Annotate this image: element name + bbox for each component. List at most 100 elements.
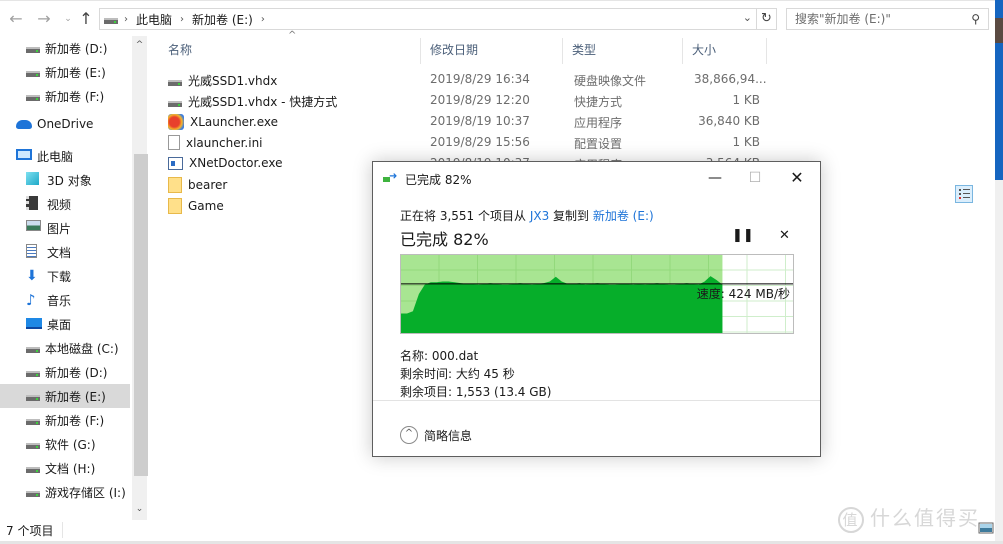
file-row[interactable]: XLauncher.exe 2019/8/19 10:37 应用程序 36,840 K…	[168, 111, 768, 132]
refresh-button[interactable]: ↻	[757, 8, 777, 30]
column-header-size[interactable]: 大小	[682, 36, 766, 64]
file-name-cell: xlauncher.ini	[168, 135, 263, 150]
sidebar-item[interactable]: 此电脑	[0, 144, 130, 168]
file-type: 快捷方式	[574, 95, 623, 109]
current-file-name: 名称: 000.dat	[400, 349, 479, 363]
sidebar-item-label: 游戏存储区 (I:)	[45, 485, 126, 500]
breadcrumb-this-pc[interactable]: 此电脑	[136, 11, 172, 28]
sidebar-item[interactable]: ♪ 音乐	[0, 288, 130, 312]
sidebar-item[interactable]: 文档 (H:)	[0, 456, 130, 480]
watermark: 值什么值得买	[838, 502, 980, 533]
large-icons-view-icon	[978, 522, 994, 534]
sidebar-item[interactable]: 3D 对象	[0, 168, 130, 192]
ini-file-icon	[168, 135, 180, 150]
sidebar-item[interactable]: OneDrive	[0, 112, 130, 136]
sidebar-item[interactable]: 本地磁盘 (C:)	[0, 336, 130, 360]
address-bar[interactable]: › 此电脑 › 新加卷 (E:) › ⌄	[99, 8, 757, 30]
items-remaining: 剩余项目: 1,553 (13.4 GB)	[400, 385, 552, 399]
sidebar-item-label: 文档	[47, 245, 72, 260]
sidebar-item[interactable]: 新加卷 (E:)	[0, 384, 130, 408]
sidebar-item[interactable]: 新加卷 (E:)	[0, 60, 130, 84]
sidebar-item-label: 文档 (H:)	[45, 461, 96, 476]
watermark-text: 什么值得买	[870, 506, 980, 530]
scroll-up-icon[interactable]: ^	[132, 40, 147, 50]
refresh-icon: ↻	[761, 11, 772, 26]
details-view-button[interactable]	[955, 185, 973, 203]
recent-locations-button[interactable]: ⌄	[58, 9, 78, 29]
video-icon	[26, 196, 42, 212]
up-button[interactable]: ↑	[76, 9, 96, 29]
column-header-date[interactable]: 修改日期	[420, 36, 560, 64]
drive-icon	[26, 467, 40, 473]
vhdx-icon	[168, 79, 182, 86]
sidebar-item[interactable]: 视频	[0, 192, 130, 216]
document-icon	[26, 244, 42, 260]
file-row[interactable]: 光威SSD1.vhdx - 快捷方式 2019/8/29 12:20 快捷方式 1 K…	[168, 90, 768, 111]
column-header-name[interactable]: 名称	[158, 36, 408, 64]
fewer-details-label: 简略信息	[424, 428, 473, 443]
address-history-dropdown[interactable]: ⌄	[743, 11, 752, 24]
file-name: XNetDoctor.exe	[189, 156, 283, 170]
column-header-type[interactable]: 类型	[562, 36, 680, 64]
sidebar-item[interactable]: 新加卷 (D:)	[0, 36, 130, 60]
file-row[interactable]: xlauncher.ini 2019/8/29 15:56 配置设置 1 KB	[168, 132, 768, 153]
sidebar-item-label: 此电脑	[37, 149, 74, 164]
maximize-icon: ☐	[748, 170, 762, 186]
fewer-details-toggle[interactable]: ^ 简略信息	[400, 426, 472, 444]
forward-button[interactable]: →	[34, 9, 54, 29]
close-icon: ✕	[779, 228, 790, 243]
sidebar-item[interactable]: 新加卷 (F:)	[0, 408, 130, 432]
sidebar-item-label: 新加卷 (F:)	[45, 89, 105, 104]
pause-icon: ❚❚	[732, 228, 754, 243]
sidebar-item[interactable]: 文档	[0, 240, 130, 264]
breadcrumb-drive-e[interactable]: 新加卷 (E:)	[192, 11, 253, 28]
back-button[interactable]: ←	[6, 9, 26, 29]
arrow-up-icon: ↑	[79, 9, 93, 28]
copy-description-prefix: 正在将 3,551 个项目从	[400, 209, 530, 223]
sidebar-item-label: 3D 对象	[47, 173, 92, 188]
source-folder-link[interactable]: JX3	[530, 209, 549, 223]
drive-icon	[26, 491, 40, 497]
column-divider[interactable]	[766, 38, 767, 64]
close-window-icon: ✕	[790, 168, 804, 187]
destination-folder-link[interactable]: 新加卷 (E:)	[593, 209, 654, 223]
file-size: 1 KB	[732, 93, 760, 107]
file-row[interactable]: 光威SSD1.vhdx 2019/8/29 16:34 硬盘映像文件 38,866,9…	[168, 69, 768, 90]
breadcrumb-separator-icon[interactable]: ›	[261, 14, 265, 25]
file-name: bearer	[188, 178, 228, 192]
file-name: Game	[188, 199, 224, 213]
large-icons-view-button[interactable]	[978, 520, 996, 538]
folder-icon	[168, 198, 182, 214]
sidebar-item[interactable]: 游戏存储区 (I:)	[0, 480, 130, 504]
chevron-down-icon: ⌄	[64, 14, 72, 24]
sidebar-item[interactable]: 新加卷 (F:)	[0, 84, 130, 108]
scrollbar-thumb[interactable]	[134, 154, 148, 476]
arrow-right-icon: →	[37, 9, 51, 28]
sidebar-item-label: 新加卷 (F:)	[45, 413, 105, 428]
sidebar-scrollbar[interactable]: ^ ⌄	[132, 36, 148, 520]
sidebar-item[interactable]: 新加卷 (D:)	[0, 360, 130, 384]
sidebar-item-label: 软件 (G:)	[45, 437, 96, 452]
time-remaining: 剩余时间: 大约 45 秒	[400, 367, 515, 381]
background-window-edge	[995, 0, 1003, 544]
sidebar-item[interactable]: ⬇ 下载	[0, 264, 130, 288]
sidebar-item[interactable]: 图片	[0, 216, 130, 240]
close-button[interactable]: ✕	[782, 166, 812, 190]
scroll-down-icon[interactable]: ⌄	[132, 504, 147, 514]
picture-icon	[26, 220, 42, 236]
file-copy-icon	[383, 171, 399, 185]
drive-icon	[26, 419, 40, 425]
computer-icon	[16, 148, 32, 164]
watermark-logo: 值	[838, 507, 864, 533]
sidebar-item[interactable]: 软件 (G:)	[0, 432, 130, 456]
sidebar-item[interactable]: 桌面	[0, 312, 130, 336]
sidebar-item-label: 新加卷 (E:)	[45, 65, 106, 80]
minimize-button[interactable]: —	[700, 166, 730, 190]
navigation-bar: ← → ⌄ ↑ › 此电脑 › 新加卷 (E:) › ⌄ ↻ 搜索"新加卷 (E…	[0, 0, 1003, 36]
pause-button[interactable]: ❚❚	[732, 228, 754, 243]
sidebar-item-label: 桌面	[47, 317, 72, 332]
folder-icon	[168, 177, 182, 193]
file-name: xlauncher.ini	[186, 135, 263, 150]
search-input[interactable]: 搜索"新加卷 (E:)" ⚲	[786, 8, 989, 30]
cancel-copy-button[interactable]: ✕	[779, 228, 790, 243]
